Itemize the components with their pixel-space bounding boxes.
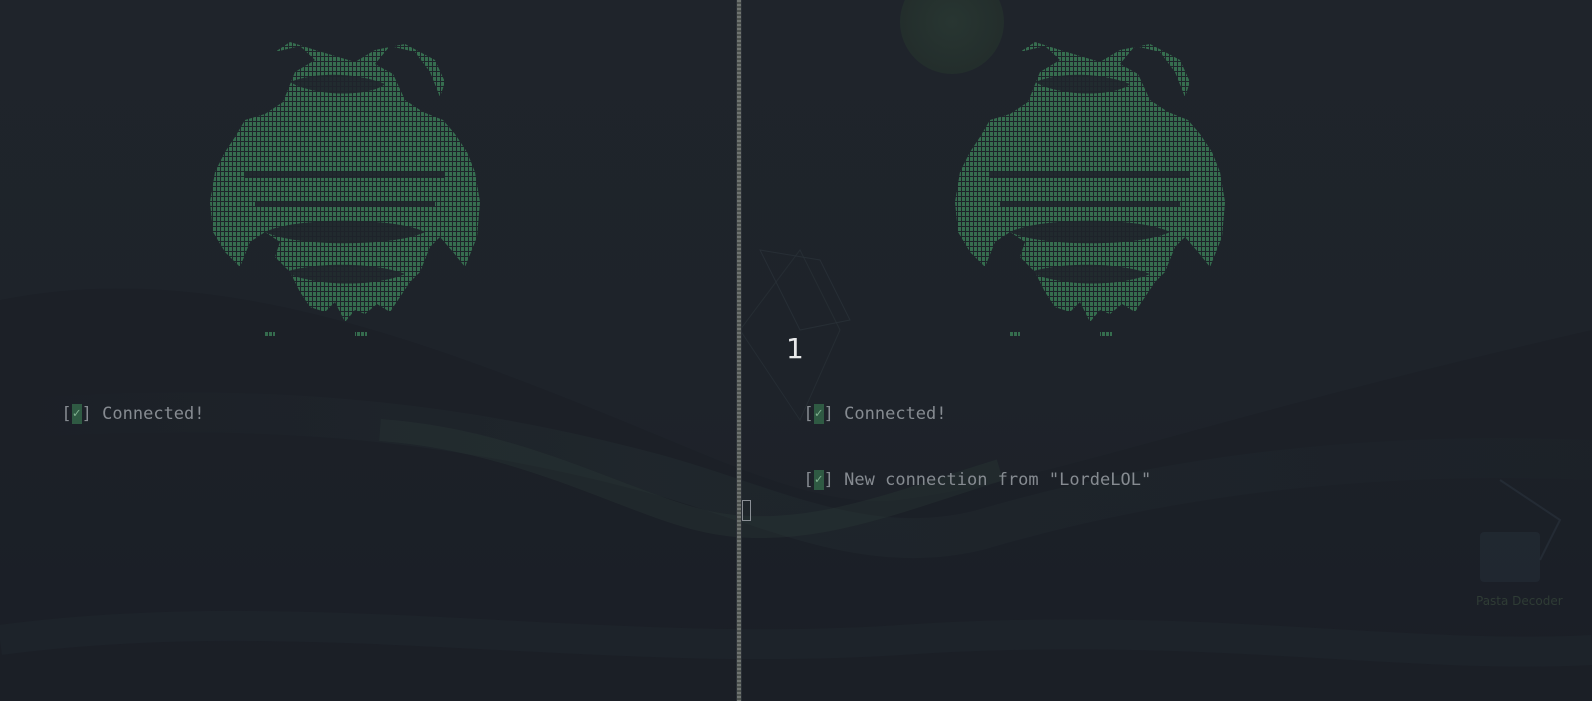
terminal-cursor[interactable] (742, 500, 751, 521)
open-bracket: [ (803, 404, 814, 424)
terminal-message: New connection from "LordeLOL" (833, 470, 1152, 490)
check-icon: ✓ (813, 404, 824, 424)
terminal-line: [✓] Connected! (0, 384, 205, 444)
terminal-pane-right[interactable]: [✓] Connected! [✓] New connection from "… (742, 0, 1592, 701)
ascii-art-emblem-icon (955, 42, 1225, 336)
workspace-number: 1 (786, 332, 804, 365)
close-bracket: ] (823, 404, 834, 424)
terminal-pane-left[interactable]: [✓] Connected! (0, 0, 736, 701)
close-bracket: ] (823, 470, 834, 490)
desktop-screen: [✓] Connected! [✓] Connected! [✓] New co… (0, 0, 1592, 701)
open-bracket: [ (803, 470, 814, 490)
wallpaper-sticker (1480, 532, 1540, 582)
check-icon: ✓ (71, 404, 82, 424)
wallpaper-watermark: Pasta Decoder (1476, 594, 1563, 608)
terminal-message: Connected! (91, 404, 205, 424)
terminal-line: [✓] Connected! (742, 384, 947, 444)
terminal-line: [✓] New connection from "LordeLOL" (742, 450, 1151, 510)
open-bracket: [ (61, 404, 72, 424)
check-icon: ✓ (813, 470, 824, 490)
close-bracket: ] (81, 404, 92, 424)
ascii-art-emblem-icon (210, 42, 480, 336)
terminal-message: Connected! (833, 404, 947, 424)
